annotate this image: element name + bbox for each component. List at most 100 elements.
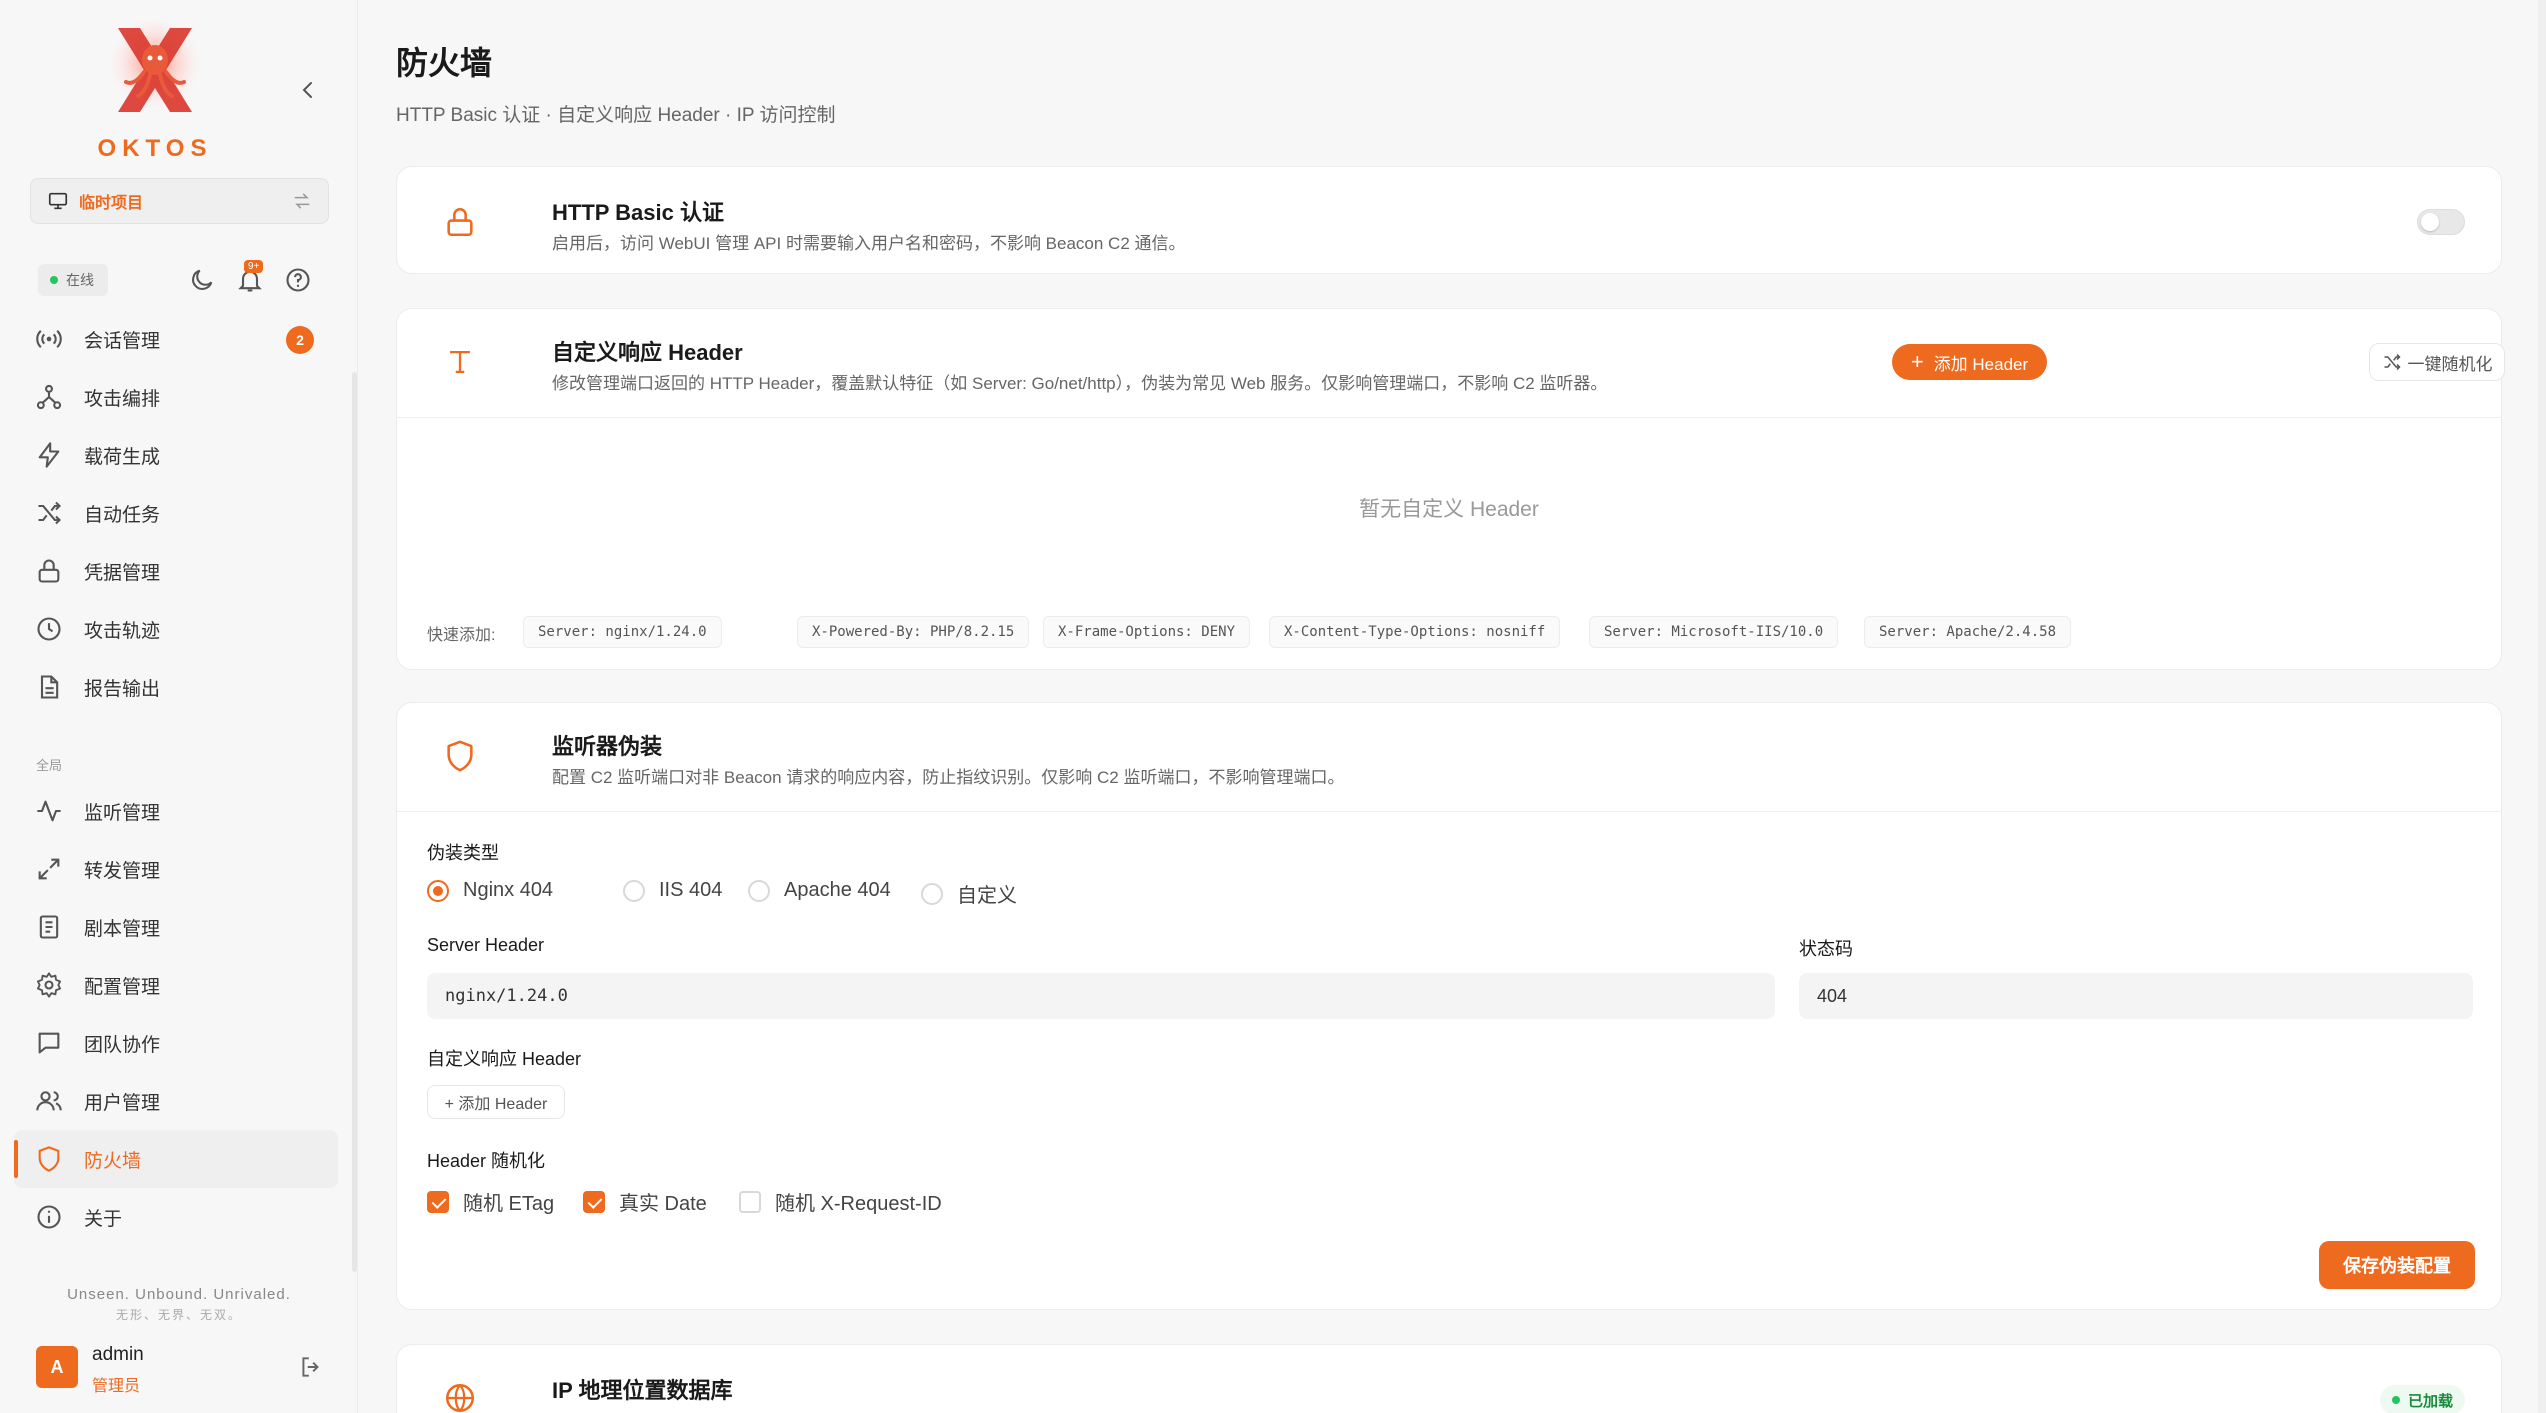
checkbox-random-request-id[interactable]: 随机 X-Request-ID <box>739 1187 942 1216</box>
help-icon[interactable] <box>284 266 312 294</box>
shield-icon <box>34 1144 64 1174</box>
page-title: 防火墙 <box>396 45 493 81</box>
nav-label: 监听管理 <box>84 802 161 824</box>
radio-apache-404[interactable]: Apache 404 <box>748 879 891 902</box>
add-disguise-header-button[interactable]: + 添加 Header <box>427 1085 565 1119</box>
checkbox-real-date[interactable]: 真实 Date <box>583 1187 707 1216</box>
checkbox-box <box>739 1190 761 1213</box>
nav-label: 配置管理 <box>84 976 161 998</box>
globe-icon <box>445 1383 475 1413</box>
radio-iis-404[interactable]: IIS 404 <box>623 879 722 902</box>
nav-label: 自动任务 <box>84 504 161 526</box>
user-profile[interactable]: A admin 管理员 <box>36 1344 336 1395</box>
quick-add-label: 快速添加: <box>427 627 496 644</box>
radio-waves-icon <box>34 324 64 354</box>
server-header-label: Server Header <box>427 935 545 955</box>
checkbox-box <box>427 1190 449 1213</box>
page-subtitle: HTTP Basic 认证 · 自定义响应 Header · IP 访问控制 <box>396 105 836 126</box>
shield-icon <box>447 740 473 772</box>
page-scrollbar[interactable] <box>2538 0 2546 1413</box>
info-icon <box>34 1202 64 1232</box>
radio-circle <box>427 879 449 902</box>
nav-item-users[interactable]: 用户管理 <box>14 1072 338 1130</box>
nav-item-auto-tasks[interactable]: 自动任务 <box>14 484 338 542</box>
project-label: 临时项目 <box>79 195 144 212</box>
quick-chip[interactable]: X-Frame-Options: DENY <box>1043 616 1251 648</box>
nav-item-about[interactable]: 关于 <box>14 1188 338 1246</box>
quick-chip[interactable]: X-Content-Type-Options: nosniff <box>1269 616 1561 648</box>
nav-label: 报告输出 <box>84 678 161 700</box>
disguise-desc: 配置 C2 监听端口对非 Beacon 请求的响应内容，防止指纹识别。仅影响 C… <box>552 768 1345 787</box>
switch-arrows-icon <box>294 193 310 209</box>
nav-label: 凭据管理 <box>84 562 161 584</box>
checkbox-label: 随机 ETag <box>463 1193 555 1215</box>
nav-label: 载荷生成 <box>84 446 161 468</box>
quick-chip[interactable]: Server: nginx/1.24.0 <box>523 616 722 648</box>
geoip-title: IP 地理位置数据库 <box>552 1378 733 1403</box>
divider <box>397 417 2501 418</box>
status-code-input[interactable]: 404 <box>1799 973 2473 1019</box>
radio-label: Nginx 404 <box>463 879 554 901</box>
brand-name: OKTOS <box>97 135 213 162</box>
server-header-input[interactable]: nginx/1.24.0 <box>427 973 1775 1019</box>
nav-main: 会话管理 2 攻击编排 载荷生成 自动任务 凭据管理 攻击轨迹 报告输出 <box>14 310 338 716</box>
nav-label: 关于 <box>84 1208 123 1230</box>
status-code-label: 状态码 <box>1799 939 1853 959</box>
nav-item-config[interactable]: 配置管理 <box>14 956 338 1014</box>
status-dot <box>2391 1396 2400 1404</box>
radio-label: Apache 404 <box>784 879 891 901</box>
brand-logo: OKTOS <box>95 20 215 162</box>
quick-chip[interactable]: Server: Microsoft-IIS/10.0 <box>1589 616 1839 648</box>
randomize-button[interactable]: 一键随机化 <box>2369 343 2505 381</box>
nav-item-sessions[interactable]: 会话管理 2 <box>14 310 338 368</box>
nav-label: 团队协作 <box>84 1034 161 1056</box>
online-dot <box>50 276 58 284</box>
nav-label: 会话管理 <box>84 330 161 352</box>
nav-label: 剧本管理 <box>84 918 161 940</box>
nav-item-team[interactable]: 团队协作 <box>14 1014 338 1072</box>
radio-circle <box>921 882 943 905</box>
basic-auth-toggle[interactable] <box>2417 209 2465 235</box>
nav-item-credentials[interactable]: 凭据管理 <box>14 542 338 600</box>
basic-auth-card: HTTP Basic 认证 启用后，访问 WebUI 管理 API 时需要输入用… <box>396 166 2502 274</box>
shuffle-icon <box>34 498 64 528</box>
nav-item-attack-trail[interactable]: 攻击轨迹 <box>14 600 338 658</box>
nav-label: 防火墙 <box>84 1150 142 1172</box>
quick-chip[interactable]: Server: Apache/2.4.58 <box>1864 616 2072 648</box>
nav-item-firewall[interactable]: 防火墙 <box>14 1130 338 1188</box>
moon-icon[interactable] <box>188 266 216 294</box>
text-type-icon <box>450 350 470 374</box>
nav-label: 攻击轨迹 <box>84 620 161 642</box>
chevron-left-icon <box>302 82 312 98</box>
quick-chip[interactable]: X-Powered-By: PHP/8.2.15 <box>797 616 1030 648</box>
tagline: Unseen. Unbound. Unrivaled. <box>67 1286 291 1303</box>
nav-section-global: 全局 <box>36 758 63 773</box>
custom-header-title: 自定义响应 Header <box>552 340 743 365</box>
collapse-sidebar-button[interactable] <box>296 78 320 102</box>
nav-item-reports[interactable]: 报告输出 <box>14 658 338 716</box>
plus-icon: + <box>1910 349 1924 374</box>
lightning-icon <box>34 440 64 470</box>
sidebar-scrollbar[interactable] <box>352 372 357 1272</box>
header-random-label: Header 随机化 <box>427 1151 546 1171</box>
notification-badge: 9+ <box>244 260 264 273</box>
chat-icon <box>34 1028 64 1058</box>
nav-item-forwarding[interactable]: 转发管理 <box>14 840 338 898</box>
geoip-status-badge: 已加载 <box>2379 1385 2465 1413</box>
divider <box>397 811 2501 812</box>
nav-item-listeners[interactable]: 监听管理 <box>14 782 338 840</box>
save-disguise-button[interactable]: 保存伪装配置 <box>2319 1241 2475 1289</box>
nav-item-playbooks[interactable]: 剧本管理 <box>14 898 338 956</box>
radio-nginx-404[interactable]: Nginx 404 <box>427 879 553 902</box>
graph-nodes-icon <box>34 382 64 412</box>
radio-custom[interactable]: 自定义 <box>921 879 1017 908</box>
checkbox-random-etag[interactable]: 随机 ETag <box>427 1187 554 1216</box>
project-switcher[interactable]: 临时项目 <box>30 178 329 224</box>
custom-header-card: 自定义响应 Header 修改管理端口返回的 HTTP Header，覆盖默认特… <box>396 308 2505 670</box>
logout-icon[interactable] <box>298 1354 324 1380</box>
online-label: 在线 <box>66 272 94 288</box>
nav-item-payload[interactable]: 载荷生成 <box>14 426 338 484</box>
nav-item-attack-orchestration[interactable]: 攻击编排 <box>14 368 338 426</box>
add-header-button[interactable]: + 添加 Header <box>1892 344 2047 380</box>
expand-arrows-icon <box>34 854 64 884</box>
